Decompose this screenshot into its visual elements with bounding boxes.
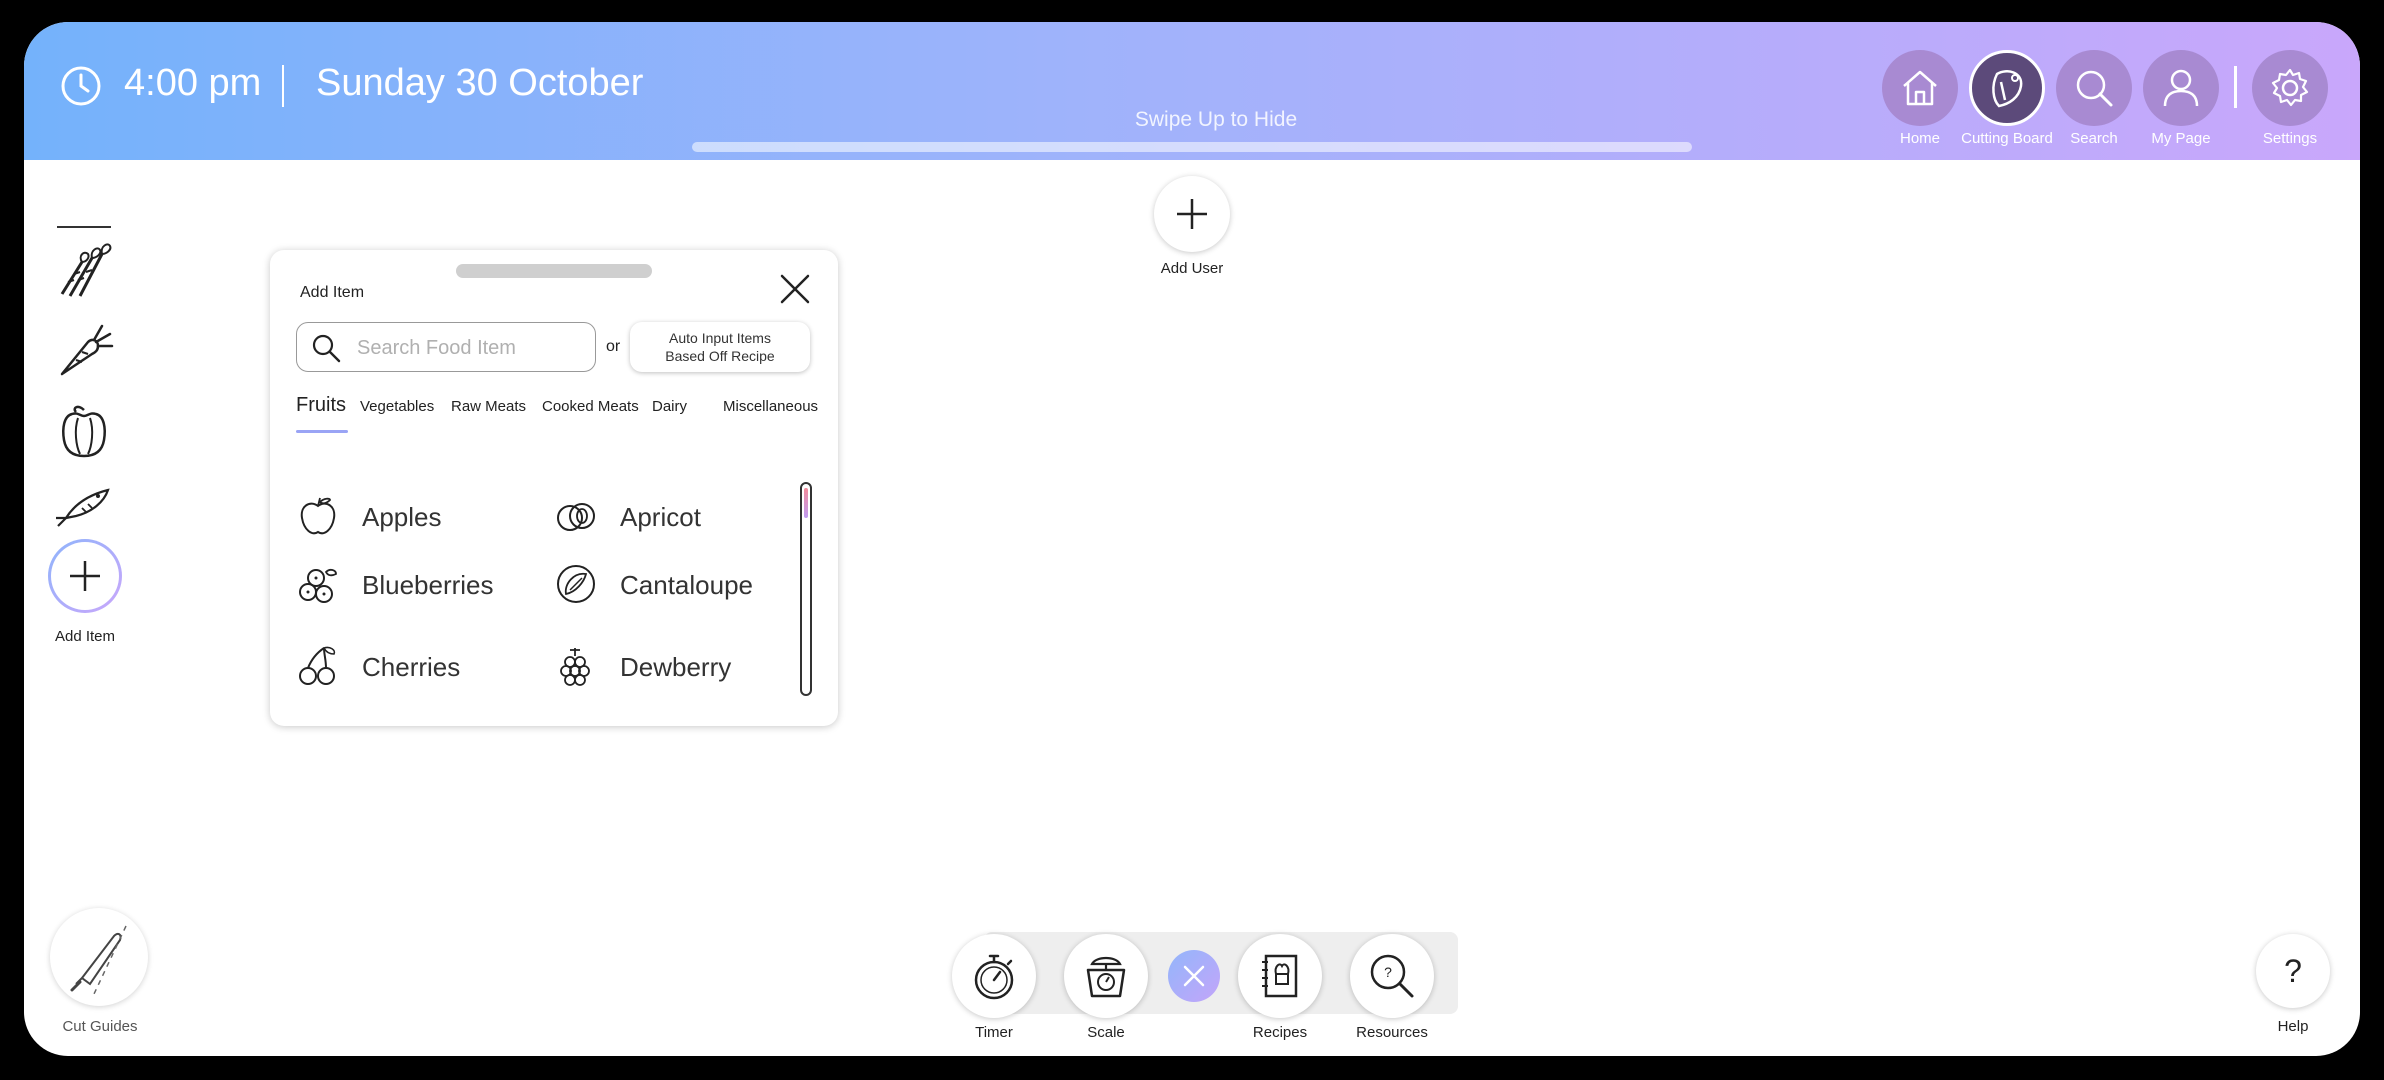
timer-button[interactable]	[952, 934, 1036, 1018]
home-icon	[1903, 70, 1937, 106]
knife-icon	[70, 925, 127, 995]
food-item-cantaloupe[interactable]: Cantaloupe	[554, 558, 774, 614]
resources-button[interactable]: ?	[1350, 934, 1434, 1018]
nav-settings-label: Settings	[2262, 130, 2318, 147]
timer-label: Timer	[975, 1024, 1013, 1041]
scrollbar-thumb[interactable]	[804, 488, 808, 518]
search-icon	[2076, 70, 2113, 107]
resources-label: Resources	[1356, 1024, 1428, 1041]
resources-search-icon: ?	[1370, 954, 1414, 998]
cut-guides-label: Cut Guides	[62, 1018, 138, 1035]
bell-pepper-icon[interactable]	[52, 398, 116, 462]
food-item-dewberry[interactable]: Dewberry	[554, 640, 774, 696]
nav-my-page-button[interactable]	[2143, 50, 2219, 126]
add-item-panel: Add Item or Auto Input Items Based Off R…	[270, 250, 838, 726]
or-label: or	[606, 338, 621, 355]
clock-icon	[61, 66, 101, 106]
app-screen: 4:00 pm Sunday 30 October Swipe Up to Hi…	[24, 22, 2360, 1056]
add-user-button[interactable]	[1154, 176, 1230, 252]
cherries-icon	[299, 646, 336, 685]
stopwatch-icon	[974, 954, 1014, 1000]
scale-button[interactable]	[1064, 934, 1148, 1018]
food-item-cherries[interactable]: Cherries	[296, 640, 516, 696]
nav-cutting-board-button[interactable]	[1969, 50, 2045, 126]
search-icon	[312, 334, 341, 363]
auto-input-line2: Based Off Recipe	[665, 348, 775, 364]
auto-input-button[interactable]: Auto Input Items Based Off Recipe	[630, 322, 810, 372]
swipe-hint: Swipe Up to Hide	[1134, 108, 1298, 131]
dewberry-icon	[560, 648, 590, 686]
recipes-label: Recipes	[1252, 1024, 1308, 1041]
food-name: Apples	[362, 502, 442, 532]
scale-icon	[1086, 956, 1126, 998]
rail-divider	[57, 226, 111, 228]
cantaloupe-icon	[557, 565, 595, 603]
tab-dairy[interactable]: Dairy	[652, 398, 687, 415]
food-search-box[interactable]	[296, 322, 596, 372]
panel-title: Add Item	[300, 284, 365, 301]
nav-home-button[interactable]	[1882, 50, 1958, 126]
device-frame: 4:00 pm Sunday 30 October Swipe Up to Hi…	[0, 0, 2384, 1080]
tab-cooked-meats[interactable]: Cooked Meats	[542, 398, 639, 415]
panel-drag-handle[interactable]	[456, 264, 652, 278]
recipe-book-icon	[1262, 954, 1298, 998]
close-icon[interactable]	[778, 272, 812, 306]
svg-text:?: ?	[1384, 964, 1392, 980]
cutting-board-icon	[1992, 70, 2023, 108]
food-search-input[interactable]	[357, 333, 587, 363]
tab-fruits[interactable]: Fruits	[296, 394, 346, 417]
food-name: Blueberries	[362, 570, 494, 600]
time-date-divider	[282, 65, 284, 107]
close-tools-button[interactable]	[1168, 950, 1220, 1002]
food-item-blueberries[interactable]: Blueberries	[296, 558, 516, 614]
plus-icon	[70, 561, 100, 591]
food-name: Cantaloupe	[620, 570, 753, 600]
apricot-icon	[557, 503, 595, 531]
add-user-label: Add User	[1160, 260, 1224, 277]
gear-icon	[2271, 68, 2309, 107]
item-list-scrollbar[interactable]	[800, 482, 812, 696]
swipe-handle[interactable]	[692, 142, 1692, 152]
tab-raw-meats[interactable]: Raw Meats	[451, 398, 526, 415]
food-item-apples[interactable]: Apples	[296, 490, 516, 546]
carrot-icon[interactable]	[52, 316, 116, 380]
auto-input-line1: Auto Input Items	[669, 330, 771, 346]
food-item-apricot[interactable]: Apricot	[554, 490, 774, 546]
scale-label: Scale	[1087, 1024, 1125, 1041]
help-label: Help	[2277, 1018, 2309, 1035]
nav-my-page-label: My Page	[2151, 130, 2211, 147]
help-button[interactable]: ?	[2256, 934, 2330, 1008]
food-name: Cherries	[362, 652, 461, 682]
recipes-button[interactable]	[1238, 934, 1322, 1018]
add-item-label: Add Item	[54, 628, 116, 645]
tab-vegetables[interactable]: Vegetables	[360, 398, 434, 415]
nav-search-button[interactable]	[2056, 50, 2132, 126]
nav-separator	[2234, 66, 2237, 108]
nav-settings-button[interactable]	[2252, 50, 2328, 126]
plus-icon	[1177, 199, 1207, 229]
cut-guides-button[interactable]	[50, 908, 148, 1006]
current-date: Sunday 30 October	[316, 62, 644, 104]
user-icon	[2163, 69, 2199, 107]
food-name: Apricot	[620, 502, 701, 532]
tab-miscellaneous[interactable]: Miscellaneous	[723, 398, 818, 415]
close-icon	[1183, 965, 1205, 987]
active-tab-indicator	[296, 430, 348, 433]
fish-icon[interactable]	[52, 474, 116, 530]
current-time: 4:00 pm	[124, 62, 262, 104]
add-item-button[interactable]	[48, 539, 122, 613]
apple-icon	[300, 497, 336, 535]
blueberries-icon	[299, 568, 337, 603]
top-bar: 4:00 pm Sunday 30 October Swipe Up to Hi…	[24, 22, 2360, 160]
food-name: Dewberry	[620, 652, 732, 682]
asparagus-icon[interactable]	[52, 236, 116, 300]
